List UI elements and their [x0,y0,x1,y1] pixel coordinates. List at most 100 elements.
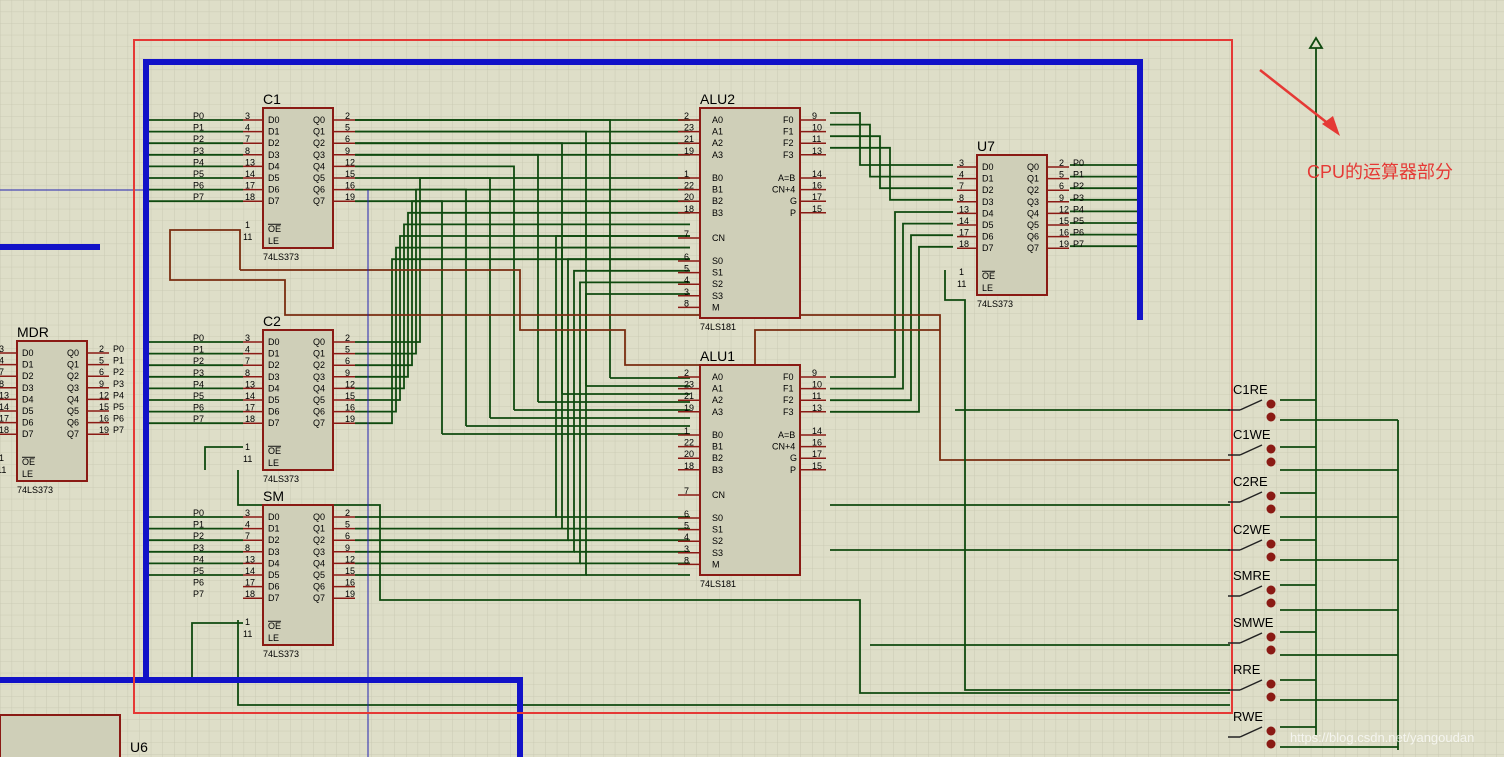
net-label: P3 [193,543,204,553]
pin-label: D3 [268,372,280,382]
pin-number: 11 [243,454,252,464]
pin-label: D5 [268,173,280,183]
pin-label: D7 [268,593,280,603]
schematic-canvas[interactable]: C1D03 Q0 2P0D14 Q1 5P1D27 Q2 6P2D38 Q3 9P3D413 Q4… [0,0,1504,757]
net-label: P0 [193,508,204,518]
pin-label: S2 [712,279,723,289]
pin-label: Q6 [313,185,325,195]
pin-label: M [712,559,720,569]
pin-label: Q4 [1027,208,1039,218]
pin-label: Q2 [313,138,325,148]
net-label: P0 [1073,158,1084,168]
pin-label: S1 [712,268,723,278]
pin-label: Q3 [313,150,325,160]
pin-label: D1 [22,360,34,370]
net-label: P3 [193,368,204,378]
pin-label: D1 [982,174,994,184]
pin-label: D1 [268,349,280,359]
chip-body [0,714,121,757]
switch-contact-icon [1266,552,1276,562]
pin-label: D2 [22,371,34,381]
chip-part: 74LS373 [263,649,299,659]
pin-label: Q4 [313,161,325,171]
pin-label: Q3 [313,372,325,382]
pin-label: D4 [268,383,280,393]
pin-label: D1 [268,127,280,137]
pin-label: F3 [783,150,794,160]
pin-label: S3 [712,291,723,301]
pin-label: B0 [712,430,723,440]
pin-label: D3 [982,197,994,207]
pin-label: F1 [783,127,794,137]
net-label: P1 [1073,170,1084,180]
net-label: P5 [193,391,204,401]
pin-label: S2 [712,536,723,546]
switch-contact-icon [1266,585,1276,595]
pin-label: D7 [268,418,280,428]
pin-label: M [712,302,720,312]
chip-part: 74LS373 [263,252,299,262]
chip-title: SM [263,488,284,504]
net-label: P5 [193,566,204,576]
net-label: P6 [193,181,204,191]
pin-label: D5 [268,395,280,405]
pin-label: B3 [712,208,723,218]
pin-label: D7 [982,243,994,253]
switch-contact-icon [1266,539,1276,549]
switch-contact-icon [1266,645,1276,655]
net-label: P2 [1073,181,1084,191]
pin-label: Q2 [313,535,325,545]
pin-label: A=B [778,430,795,440]
switch-label: SMWE [1233,615,1274,630]
watermark: https://blog.csdn.net/yangoudan [1290,730,1474,745]
pin-number: 11 [243,232,252,242]
net-label: P7 [193,192,204,202]
pin-label: B1 [712,442,723,452]
pin-label: D3 [22,383,34,393]
switch-label: SMRE [1233,568,1271,583]
pin-label: A0 [712,115,723,125]
pin-label: OE [982,271,995,281]
pin-label: S1 [712,525,723,535]
net-label: P5 [1073,216,1084,226]
switch-label: C1WE [1233,427,1271,442]
pin-label: D6 [268,582,280,592]
pin-label: CN [712,233,725,243]
net-label: P4 [1073,204,1084,214]
pin-label: D2 [268,138,280,148]
net-label: P6 [193,578,204,588]
pin-label: B3 [712,465,723,475]
pin-label: D6 [268,185,280,195]
net-label: P3 [113,379,124,389]
pin-label: P [790,208,796,218]
annotation-text: CPU的运算器部分 [1307,162,1453,182]
pin-label: D1 [268,524,280,534]
pin-label: Q1 [313,349,325,359]
pin-label: LE [982,283,993,293]
pin-label: Q3 [67,383,79,393]
pin-label: A3 [712,150,723,160]
net-label: P6 [113,414,124,424]
pin-label: Q7 [313,418,325,428]
pin-label: Q7 [1027,243,1039,253]
chip-part: 74LS373 [17,485,53,495]
pin-number: 11 [957,279,966,289]
pin-label: OE [268,446,281,456]
net-label: P4 [193,157,204,167]
switch-contact-icon [1266,457,1276,467]
pin-label: Q1 [67,360,79,370]
net-label: P2 [193,531,204,541]
pin-label: D2 [982,185,994,195]
switch-label: C2RE [1233,474,1268,489]
pin-label: F2 [783,138,794,148]
net-label: P0 [193,111,204,121]
net-label: P4 [193,379,204,389]
pin-label: D0 [22,348,34,358]
switch-contact-icon [1266,692,1276,702]
net-label: P7 [1073,239,1084,249]
switch-contact-icon [1266,444,1276,454]
pin-number: 11 [0,465,6,475]
pin-label: S0 [712,256,723,266]
pin-label: D3 [268,547,280,557]
pin-label: D0 [268,115,280,125]
